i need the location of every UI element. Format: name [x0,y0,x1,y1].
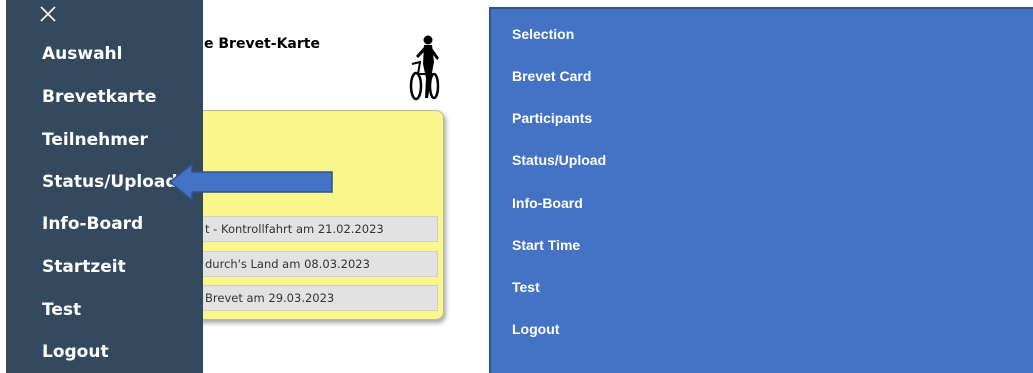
drawer-item-info-board[interactable]: Info-Board [42,214,143,234]
drawer-item-brevetkarte[interactable]: Brevetkarte [42,87,156,107]
menu-item-selection[interactable]: Selection [512,26,574,42]
drawer-item-teilnehmer[interactable]: Teilnehmer [42,130,148,150]
drawer-item-test[interactable]: Test [42,300,81,320]
menu-item-status-upload[interactable]: Status/Upload [512,152,606,168]
event-row[interactable]: Brevet am 29.03.2023 [170,285,438,311]
menu-item-brevet-card[interactable]: Brevet Card [512,68,591,84]
menu-item-start-time[interactable]: Start Time [512,237,580,253]
cyclist-icon [404,34,448,102]
menu-item-logout[interactable]: Logout [512,321,559,337]
app-screenshot-panel: e Brevet-Karte t - Kontrollfahrt am 21.0… [0,0,470,373]
event-row[interactable]: durch's Land am 08.03.2023 [170,251,438,277]
close-icon[interactable] [38,4,58,24]
drawer-item-status-upload[interactable]: Status/Upload [42,172,178,192]
drawer-item-logout[interactable]: Logout [42,342,109,362]
english-menu-panel: Selection Brevet Card Participants Statu… [489,7,1033,373]
drawer-item-auswahl[interactable]: Auswahl [42,44,122,64]
pointer-arrow-icon [168,162,334,202]
page-heading: e Brevet-Karte [204,36,320,52]
menu-item-test[interactable]: Test [512,279,540,295]
menu-item-participants[interactable]: Participants [512,110,592,126]
menu-item-info-board[interactable]: Info-Board [512,195,583,211]
event-row[interactable]: t - Kontrollfahrt am 21.02.2023 [170,216,438,242]
drawer-item-startzeit[interactable]: Startzeit [42,257,126,277]
